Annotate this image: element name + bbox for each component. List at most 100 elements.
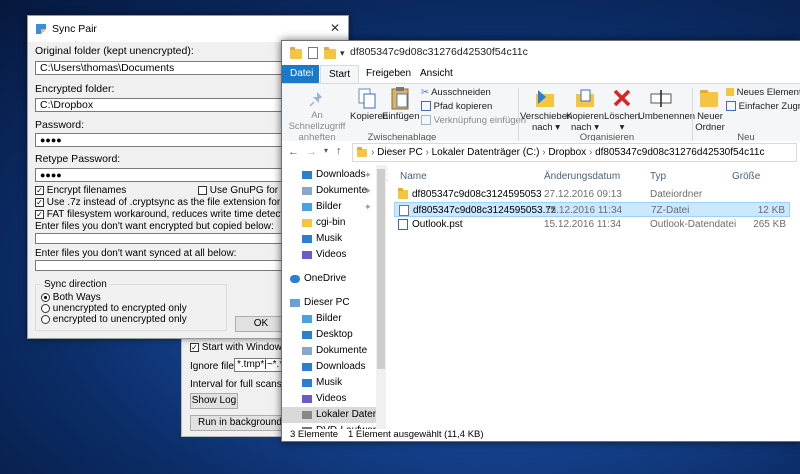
scrollbar-thumb[interactable] xyxy=(377,169,385,369)
nav-item-9[interactable]: Desktop xyxy=(282,327,386,343)
easy-access-button[interactable]: Einfacher Zugriff ▾ xyxy=(726,101,800,112)
tab-freigeben[interactable]: Freigeben xyxy=(358,65,419,83)
breadcrumb-separator-icon: › xyxy=(371,147,375,158)
file-row[interactable]: df805347c9d08c3124595053.7z 15.12.2016 11… xyxy=(394,202,790,217)
column-date[interactable]: Änderungsdatum xyxy=(544,171,620,182)
tab-ansicht[interactable]: Ansicht xyxy=(412,65,461,83)
folder-icon xyxy=(357,147,367,157)
properties-icon[interactable] xyxy=(308,47,318,59)
nav-item-2[interactable]: Bilder ✦ xyxy=(282,199,386,215)
password-label: Password: xyxy=(35,119,85,131)
new-item-button[interactable]: Neues Element ▾ xyxy=(726,87,800,98)
new-item-icon xyxy=(726,88,734,97)
nav-item-4[interactable]: Musik xyxy=(282,231,386,247)
encrypt-filenames-checkbox[interactable]: ✓ xyxy=(35,185,44,195)
file-row[interactable]: Outlook.pst 15.12.2016 11:34 Outlook-Daten… xyxy=(394,217,790,232)
address-bar[interactable]: › Dieser PC › Lokaler Datenträger (C:) ›… xyxy=(352,143,797,162)
breadcrumb-current-folder[interactable]: df805347c9d08c31276d42530f54c11c xyxy=(595,147,764,158)
use-gnupg-checkbox[interactable] xyxy=(198,185,207,195)
file-name: df805347c9d08c3124595053 xyxy=(412,189,542,200)
chevron-down-icon[interactable]: ▾ xyxy=(340,48,345,59)
nav-item-label: Musik xyxy=(316,233,343,244)
file-type: 7Z-Datei xyxy=(651,205,690,216)
radio-both-ways-indicator[interactable] xyxy=(41,292,50,302)
paste-button[interactable]: Einfügen xyxy=(382,111,420,122)
nav-item-8[interactable]: Bilder xyxy=(282,311,386,327)
copy-to-button[interactable]: Kopieren nach ▾ xyxy=(566,111,604,133)
run-in-background-button[interactable]: Run in background xyxy=(190,415,290,431)
radio-both-ways[interactable]: Both Ways xyxy=(41,292,101,303)
nav-item-0[interactable]: Downloads ✦ xyxy=(282,167,386,183)
move-to-button[interactable]: Verschieben nach ▾ xyxy=(520,111,572,133)
copy-to-icon xyxy=(576,89,594,107)
radio-to-encrypted[interactable]: unencrypted to encrypted only xyxy=(41,303,187,314)
back-arrow-icon[interactable]: ← xyxy=(288,146,299,158)
start-with-windows-option[interactable]: ✓ Start with Windows xyxy=(190,342,287,353)
file-date: 15.12.2016 11:34 xyxy=(544,219,622,230)
encrypt-filenames-option[interactable]: ✓ Encrypt filenames xyxy=(35,185,126,196)
nav-item-1[interactable]: Dokumente ✦ xyxy=(282,183,386,199)
nav-item-12[interactable]: Musik xyxy=(282,375,386,391)
unencrypted-files-label: Enter files you don't want encrypted but… xyxy=(35,221,274,232)
nav-item-13[interactable]: Videos xyxy=(282,391,386,407)
use-7z-checkbox[interactable]: ✓ xyxy=(35,197,44,207)
nav-item-3[interactable]: cgi-bin xyxy=(282,215,386,231)
desktop-icon xyxy=(302,331,312,339)
fat-workaround-checkbox[interactable]: ✓ xyxy=(35,209,44,219)
forward-arrow-icon[interactable]: → xyxy=(306,146,317,158)
rename-button[interactable]: Umbenennen xyxy=(638,111,695,122)
nav-item-11[interactable]: Downloads xyxy=(282,359,386,375)
pin-icon: ✦ xyxy=(364,202,372,212)
delete-button[interactable]: Löschen ▾ xyxy=(604,111,640,133)
show-log-button[interactable]: Show Log xyxy=(190,393,238,409)
paste-shortcut-button[interactable]: Verknüpfung einfügen xyxy=(421,115,526,126)
nav-item-5[interactable]: Videos xyxy=(282,247,386,263)
file-name: Outlook.pst xyxy=(412,219,463,230)
column-size[interactable]: Größe xyxy=(732,171,760,182)
nav-item-14[interactable]: Lokaler Datenträ xyxy=(282,407,386,423)
download-icon xyxy=(302,363,312,371)
tab-datei[interactable]: Datei xyxy=(282,65,319,83)
pin-icon: ✦ xyxy=(364,170,372,180)
encrypted-folder-label: Encrypted folder: xyxy=(35,83,115,95)
pin-quick-access-button[interactable]: An Schnellzugriff anheften xyxy=(284,110,350,143)
status-selection: 1 Element ausgewählt (11,4 KB) xyxy=(348,429,484,440)
ok-button[interactable]: OK xyxy=(235,316,287,332)
cut-button[interactable]: ✂ Ausschneiden xyxy=(421,87,491,98)
pin-icon xyxy=(309,92,322,107)
breadcrumb-drive-c[interactable]: Lokaler Datenträger (C:) xyxy=(432,147,540,158)
radio-to-unencrypted[interactable]: encrypted to unencrypted only xyxy=(41,314,187,325)
file-icon xyxy=(399,205,409,216)
paste-icon xyxy=(391,87,409,110)
drive-icon xyxy=(302,411,312,419)
copy-path-button[interactable]: Pfad kopieren xyxy=(421,101,492,112)
column-type[interactable]: Typ xyxy=(650,171,666,182)
close-icon[interactable]: ✕ xyxy=(330,21,340,35)
folder-icon xyxy=(290,47,302,59)
status-item-count: 3 Elemente xyxy=(290,429,339,440)
breadcrumb-dieser-pc[interactable]: Dieser PC xyxy=(377,147,423,158)
nosync-files-label: Enter files you don't want synced at all… xyxy=(35,248,237,259)
nav-item-7[interactable]: Dieser PC xyxy=(282,295,386,311)
file-row[interactable]: df805347c9d08c3124595053 27.12.2016 09:13… xyxy=(394,187,790,202)
copy-button[interactable]: Kopieren xyxy=(350,111,388,122)
recent-locations-chevron-icon[interactable]: ▾ xyxy=(324,146,328,155)
breadcrumb-dropbox[interactable]: Dropbox xyxy=(548,147,586,158)
tab-start[interactable]: Start xyxy=(320,65,360,83)
nav-item-6[interactable]: OneDrive xyxy=(282,271,386,287)
radio-to-encrypted-indicator[interactable] xyxy=(41,303,50,313)
breadcrumb-separator-icon: › xyxy=(542,147,546,158)
up-arrow-icon[interactable]: ↑ xyxy=(336,145,342,157)
music-icon xyxy=(302,379,312,387)
nav-item-label: Desktop xyxy=(316,329,353,340)
navigation-scrollbar[interactable] xyxy=(376,165,386,429)
nav-item-10[interactable]: Dokumente xyxy=(282,343,386,359)
new-folder-qat-icon[interactable] xyxy=(324,47,336,59)
start-with-windows-checkbox[interactable]: ✓ xyxy=(190,342,199,352)
nav-item-label: Dieser PC xyxy=(304,297,350,308)
file-date: 15.12.2016 11:34 xyxy=(545,205,623,216)
new-folder-button[interactable]: Neuer Ordner xyxy=(694,111,726,133)
column-name[interactable]: Name xyxy=(400,171,427,182)
file-list: Name Änderungsdatum Typ Größe df805347c9… xyxy=(388,165,800,429)
radio-to-unencrypted-indicator[interactable] xyxy=(41,314,50,324)
